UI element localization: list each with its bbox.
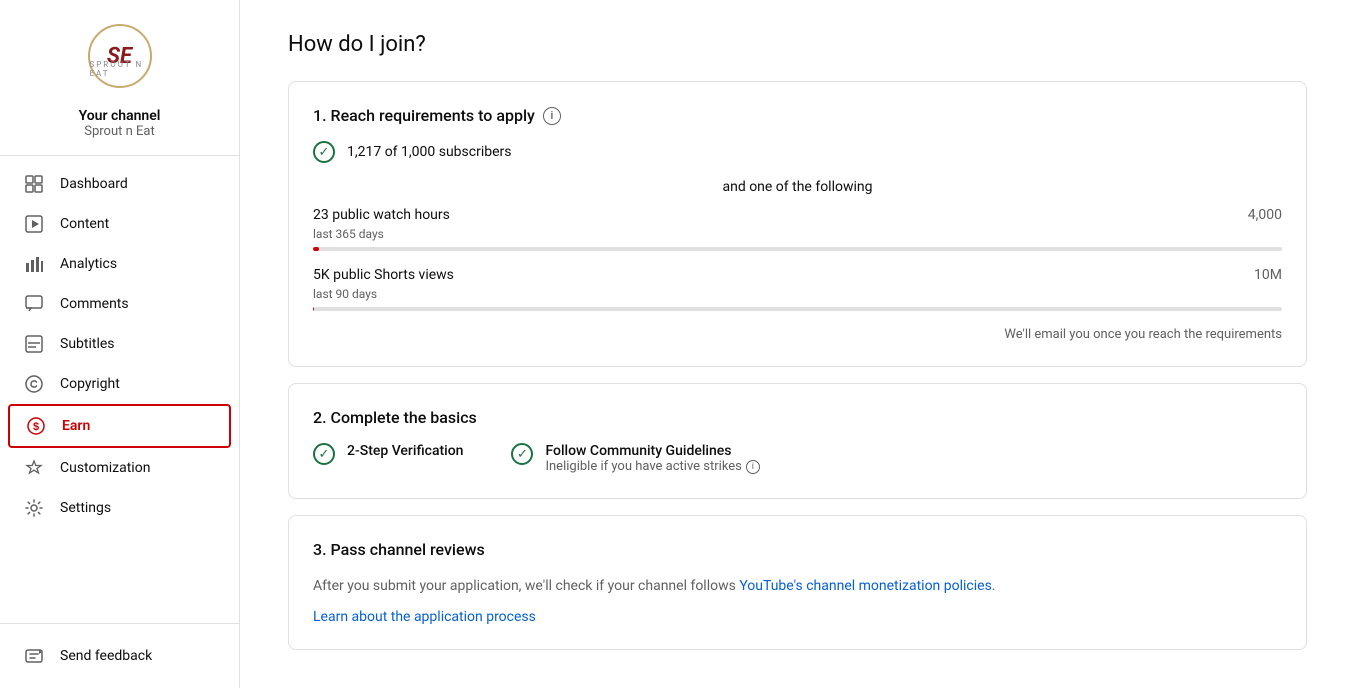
watch-hours-sub: last 365 days [313,227,1282,241]
pass-review-description: After you submit your application, we'll… [313,575,1282,597]
sidebar-item-dashboard[interactable]: Dashboard [0,164,239,204]
watch-hours-label: 23 public watch hours [313,207,450,223]
sidebar-item-earn[interactable]: $ Earn [8,404,231,448]
pass-review-desc-text: After you submit your application, we'll… [313,578,739,594]
watch-hours-section: 23 public watch hours 4,000 last 365 day… [313,207,1282,251]
monetization-policies-link[interactable]: YouTube's channel monetization policies [739,578,991,594]
sidebar-item-analytics[interactable]: Analytics [0,244,239,284]
sidebar-item-content[interactable]: Content [0,204,239,244]
sidebar-item-label-customization: Customization [60,460,150,476]
dashboard-icon [24,174,44,194]
two-step-check-icon: ✓ [313,443,335,465]
feedback-icon [24,646,44,666]
card1-info-icon[interactable]: i [543,107,561,125]
card3-title: 3. Pass channel reviews [313,540,1282,559]
copyright-icon [24,374,44,394]
card1-title-text: 1. Reach requirements to apply [313,106,535,125]
community-sub-text: Ineligible if you have active strikes [545,459,741,474]
shorts-progress-bar [313,307,1282,311]
community-check-icon: ✓ [511,443,533,465]
card2-title: 2. Complete the basics [313,408,1282,427]
sidebar-item-label-content: Content [60,216,109,232]
community-info-icon[interactable]: i [746,460,760,474]
sidebar-item-comments[interactable]: Comments [0,284,239,324]
two-step-text: 2-Step Verification [347,443,463,459]
sidebar-item-label-comments: Comments [60,296,129,312]
earn-icon: $ [26,416,46,436]
pass-review-desc-end: . [992,578,996,594]
sidebar-item-label-earn: Earn [62,418,90,434]
shorts-label: 5K public Shorts views [313,267,454,283]
subscribers-check-label: 1,217 of 1,000 subscribers [347,144,512,160]
main-content: How do I join? 1. Reach requirements to … [240,0,1355,688]
card1-title: 1. Reach requirements to apply i [313,106,1282,125]
subtitles-icon [24,334,44,354]
email-notice-text: We'll email you once you reach the requi… [313,327,1282,342]
sidebar-bottom: Send feedback [0,623,239,688]
watch-hours-fill [313,247,319,251]
logo-icon: SE SPROUT N EAT [88,24,152,88]
logo-container: SE SPROUT N EAT [0,0,239,100]
two-step-label: 2-Step Verification [347,443,463,459]
channel-sub-label: Sprout n Eat [0,124,239,139]
community-guidelines-item: ✓ Follow Community Guidelines Ineligible… [511,443,759,474]
card2-title-text: 2. Complete the basics [313,408,477,427]
subscribers-check-icon: ✓ [313,141,335,163]
svg-text:$: $ [33,421,39,433]
card-reach-requirements: 1. Reach requirements to apply i ✓ 1,217… [288,81,1307,367]
card3-title-text: 3. Pass channel reviews [313,540,485,559]
send-feedback-label: Send feedback [60,648,152,664]
sidebar-item-settings[interactable]: Settings [0,488,239,528]
sidebar-item-copyright[interactable]: Copyright [0,364,239,404]
sidebar-item-customization[interactable]: Customization [0,448,239,488]
learn-application-link[interactable]: Learn about the application process [313,609,1282,625]
subscribers-check-row: ✓ 1,217 of 1,000 subscribers [313,141,1282,163]
card-complete-basics: 2. Complete the basics ✓ 2-Step Verifica… [288,383,1307,499]
channel-name-label: Your channel [0,108,239,124]
sidebar-item-label-dashboard: Dashboard [60,176,128,192]
channel-info: Your channel Sprout n Eat [0,100,239,156]
basics-grid: ✓ 2-Step Verification ✓ Follow Community… [313,443,1282,474]
two-step-item: ✓ 2-Step Verification [313,443,463,465]
sidebar: SE SPROUT N EAT Your channel Sprout n Ea… [0,0,240,688]
nav-items: Dashboard Content Analytics [0,156,239,623]
community-sub: Ineligible if you have active strikes i [545,459,759,474]
shorts-target: 10M [1254,267,1282,283]
content-icon [24,214,44,234]
sidebar-item-subtitles[interactable]: Subtitles [0,324,239,364]
and-one-of-text: and one of the following [313,179,1282,195]
settings-icon [24,498,44,518]
card-pass-reviews: 3. Pass channel reviews After you submit… [288,515,1307,650]
analytics-icon [24,254,44,274]
community-text: Follow Community Guidelines Ineligible i… [545,443,759,474]
watch-hours-target: 4,000 [1248,207,1282,223]
community-label: Follow Community Guidelines [545,443,759,459]
send-feedback-button[interactable]: Send feedback [0,636,239,676]
shorts-sub: last 90 days [313,287,1282,301]
sidebar-item-label-settings: Settings [60,500,111,516]
watch-hours-progress-bar [313,247,1282,251]
logo-brand: SPROUT N EAT [90,60,150,78]
customization-icon [24,458,44,478]
shorts-section: 5K public Shorts views 10M last 90 days [313,267,1282,311]
watch-hours-header: 23 public watch hours 4,000 [313,207,1282,223]
shorts-header: 5K public Shorts views 10M [313,267,1282,283]
page-title: How do I join? [288,32,1307,57]
sidebar-item-label-analytics: Analytics [60,256,117,272]
sidebar-item-label-copyright: Copyright [60,376,120,392]
sidebar-item-label-subtitles: Subtitles [60,336,115,352]
comments-icon [24,294,44,314]
